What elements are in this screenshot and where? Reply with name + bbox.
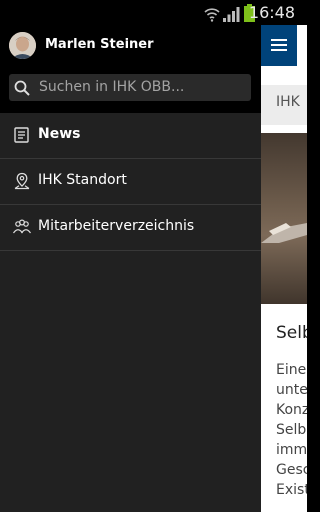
article-title[interactable]: Selb	[276, 323, 307, 343]
article-line: Gesc	[276, 462, 307, 478]
clock: 16:48	[248, 3, 295, 22]
article-line: unte	[276, 382, 307, 398]
map-pin-icon	[14, 172, 30, 190]
article-hero-image[interactable]	[261, 133, 307, 304]
user-name: Marlen Steiner	[45, 37, 154, 52]
sidebar-item-label: News	[38, 126, 81, 142]
avatar[interactable]	[9, 32, 36, 59]
article-line: Eine	[276, 362, 307, 378]
drawer-header: Marlen Steiner Suchen in IHK OBB...	[0, 25, 261, 113]
article-line: Exist	[276, 482, 307, 498]
signal-icon	[223, 7, 240, 22]
sidebar-item-label: Mitarbeiterverzeichnis	[38, 218, 195, 234]
app-bar	[261, 25, 307, 66]
search-input[interactable]: Suchen in IHK OBB...	[9, 74, 251, 101]
wifi-icon	[204, 8, 220, 22]
article-line: Selbs	[276, 422, 307, 438]
search-placeholder: Suchen in IHK OBB...	[39, 79, 185, 95]
hamburger-menu-icon[interactable]	[271, 37, 289, 53]
article-line: Konz	[276, 402, 307, 418]
sidebar-item-news[interactable]: News	[0, 113, 261, 159]
status-icons	[204, 3, 255, 22]
app-logo	[297, 25, 307, 66]
sidebar-item-ihk-standort[interactable]: IHK Standort	[0, 159, 261, 205]
navigation-drawer: Marlen Steiner Suchen in IHK OBB... News…	[0, 25, 261, 512]
category-label: IHK	[276, 94, 300, 110]
status-bar: 16:48	[0, 0, 307, 25]
news-icon	[14, 127, 29, 143]
main-content: IHK Selb Eine unte Konz Selbs imme Gesc …	[261, 25, 307, 512]
search-icon	[14, 80, 30, 96]
people-icon	[13, 219, 31, 234]
sidebar-item-label: IHK Standort	[38, 172, 127, 188]
sidebar-item-mitarbeiterverzeichnis[interactable]: Mitarbeiterverzeichnis	[0, 205, 261, 251]
article-body: Eine unte Konz Selbs imme Gesc Exist	[276, 360, 307, 500]
article-line: imme	[276, 442, 307, 458]
